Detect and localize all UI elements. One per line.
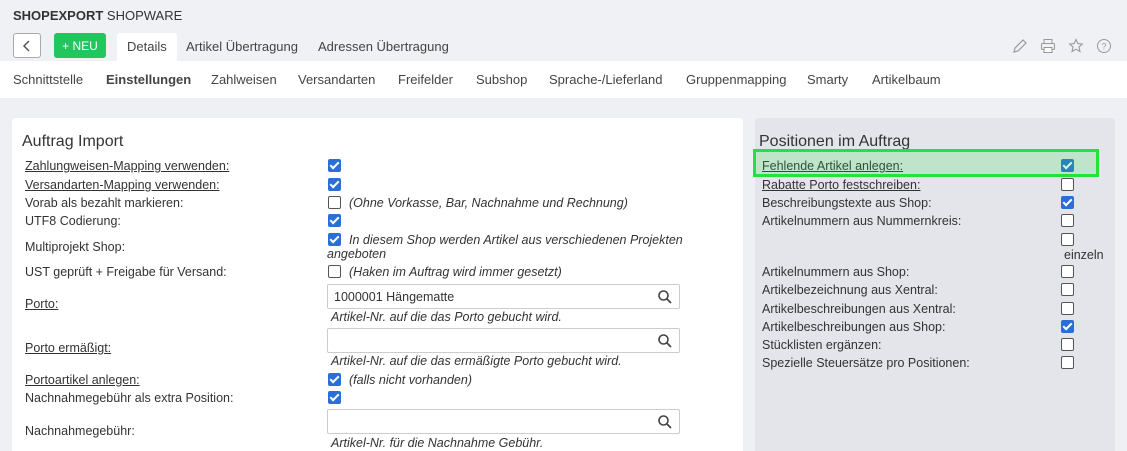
beschreibungstexte-label: Beschreibungstexte aus Shop: [762, 196, 932, 210]
brand-title: SHOPEXPORT [13, 8, 104, 23]
settings-subnav: Schnittstelle Einstellungen Zahlweisen V… [0, 61, 1127, 98]
fehlende-artikel-label: Fehlende Artikel anlegen: [762, 159, 904, 173]
subnav-zahlweisen[interactable]: Zahlweisen [211, 72, 277, 87]
artikelnummern-nummernkreis-checkbox[interactable] [1061, 214, 1074, 227]
tab-details[interactable]: Details [117, 33, 177, 61]
multiprojekt-shop-hint-line2: angeboten [327, 247, 387, 261]
positionen-title: Positionen im Auftrag [759, 133, 911, 150]
portoartikel-anlegen-checkbox[interactable] [328, 373, 341, 386]
zahlungweisen-mapping-label: Zahlungweisen-Mapping verwenden: [25, 159, 230, 173]
tab-artikel-uebertragung[interactable]: Artikel Übertragung [176, 33, 308, 61]
portoartikel-anlegen-hint: (falls nicht vorhanden) [349, 373, 472, 387]
artikelnummern-shop-label: Artikelnummern aus Shop: [762, 265, 910, 279]
ust-geprueft-hint: (Haken im Auftrag wird immer gesetzt) [349, 265, 562, 279]
brand: SHOPEXPORT SHOPWARE [13, 8, 182, 23]
pencil-icon[interactable] [1011, 37, 1029, 55]
printer-icon[interactable] [1039, 37, 1057, 55]
rabatte-porto-checkbox[interactable] [1061, 178, 1074, 191]
top-bar: SHOPEXPORT SHOPWARE + NEU Details Artike… [0, 0, 1127, 61]
subnav-einstellungen[interactable]: Einstellungen [106, 72, 191, 87]
svg-text:?: ? [1101, 42, 1106, 52]
nachnahmegebuehr-label: Nachnahmegebühr: [25, 424, 135, 438]
multiprojekt-shop-hint: In diesem Shop werden Artikel aus versch… [349, 233, 683, 247]
porto-hint: Artikel-Nr. auf die das Porto gebucht wi… [331, 310, 562, 324]
porto-ermaessigt-input[interactable] [327, 328, 680, 353]
subnav-sprache-lieferland[interactable]: Sprache-/Lieferland [549, 72, 662, 87]
search-icon[interactable] [657, 414, 673, 430]
steuersaetze-label: Spezielle Steuersätze pro Positionen: [762, 356, 970, 370]
artikelbeschreibungen-shop-checkbox[interactable] [1061, 320, 1074, 333]
artikelbezeichnung-xentral-label: Artikelbezeichnung aus Xentral: [762, 283, 938, 297]
ust-geprueft-checkbox[interactable] [328, 265, 341, 278]
search-icon[interactable] [657, 289, 673, 305]
brand-subtitle: SHOPWARE [106, 8, 183, 23]
artikelnummern-nummernkreis-label: Artikelnummern aus Nummernkreis: [762, 214, 962, 228]
nachnahme-position-label: Nachnahmegebühr als extra Position: [25, 391, 234, 405]
porto-ermaessigt-label: Porto ermäßigt: [25, 341, 112, 355]
stuecklisten-checkbox[interactable] [1061, 338, 1074, 351]
artikelbeschreibungen-xentral-checkbox[interactable] [1061, 302, 1074, 315]
artikelbezeichnung-xentral-checkbox[interactable] [1061, 283, 1074, 296]
portoartikel-anlegen-label: Portoartikel anlegen: [25, 373, 140, 387]
multiprojekt-shop-checkbox[interactable] [328, 233, 341, 246]
vorab-bezahlt-label: Vorab als bezahlt markieren: [25, 196, 184, 210]
vorab-bezahlt-hint: (Ohne Vorkasse, Bar, Nachnahme und Rechn… [349, 196, 628, 210]
subnav-schnittstelle[interactable]: Schnittstelle [13, 72, 83, 87]
nachnahmegebuehr-input[interactable] [327, 409, 680, 434]
help-icon[interactable]: ? [1095, 37, 1113, 55]
multiprojekt-shop-label: Multiprojekt Shop: [25, 240, 126, 254]
tab-adressen-uebertragung[interactable]: Adressen Übertragung [308, 33, 459, 61]
artikelbeschreibungen-xentral-label: Artikelbeschreibungen aus Xentral: [762, 302, 956, 316]
subnav-smarty[interactable]: Smarty [807, 72, 848, 87]
subnav-subshop[interactable]: Subshop [476, 72, 527, 87]
subnav-artikelbaum[interactable]: Artikelbaum [872, 72, 941, 87]
subnav-gruppenmapping[interactable]: Gruppenmapping [686, 72, 786, 87]
utf8-codierung-checkbox[interactable] [328, 214, 341, 227]
nachnahme-position-checkbox[interactable] [328, 391, 341, 404]
artikelnummern-shop-checkbox[interactable] [1061, 265, 1074, 278]
chevron-left-icon [22, 39, 30, 52]
porto-input-value: 1000001 Hängematte [334, 290, 455, 304]
subnav-versandarten[interactable]: Versandarten [298, 72, 375, 87]
zahlungweisen-mapping-checkbox[interactable] [328, 159, 341, 172]
star-icon[interactable] [1067, 37, 1085, 55]
versandarten-mapping-label: Versandarten-Mapping verwenden: [25, 178, 220, 192]
porto-label: Porto: [25, 297, 59, 311]
ust-geprueft-label: UST geprüft + Freigabe für Versand: [25, 265, 227, 279]
subnav-freifelder[interactable]: Freifelder [398, 72, 453, 87]
artikelbeschreibungen-shop-label: Artikelbeschreibungen aus Shop: [762, 320, 946, 334]
back-button[interactable] [13, 33, 41, 58]
search-icon[interactable] [657, 333, 673, 349]
auftrag-import-title: Auftrag Import [22, 133, 124, 150]
einzeln-checkbox[interactable] [1061, 233, 1074, 246]
porto-input[interactable]: 1000001 Hängematte [327, 284, 680, 309]
einzeln-label: einzeln [1064, 248, 1104, 262]
rabatte-porto-label: Rabatte Porto festschreiben: [762, 178, 921, 192]
stuecklisten-label: Stücklisten ergänzen: [762, 338, 882, 352]
versandarten-mapping-checkbox[interactable] [328, 178, 341, 191]
porto-ermaessigt-hint: Artikel-Nr. auf die das ermäßigte Porto … [331, 354, 622, 368]
beschreibungstexte-checkbox[interactable] [1061, 196, 1074, 209]
steuersaetze-checkbox[interactable] [1061, 356, 1074, 369]
nachnahmegebuehr-hint: Artikel-Nr. für die Nachnahme Gebühr. [331, 436, 544, 450]
new-button[interactable]: + NEU [54, 33, 106, 58]
fehlende-artikel-checkbox[interactable] [1061, 159, 1074, 172]
vorab-bezahlt-checkbox[interactable] [328, 196, 341, 209]
utf8-codierung-label: UTF8 Codierung: [25, 214, 121, 228]
